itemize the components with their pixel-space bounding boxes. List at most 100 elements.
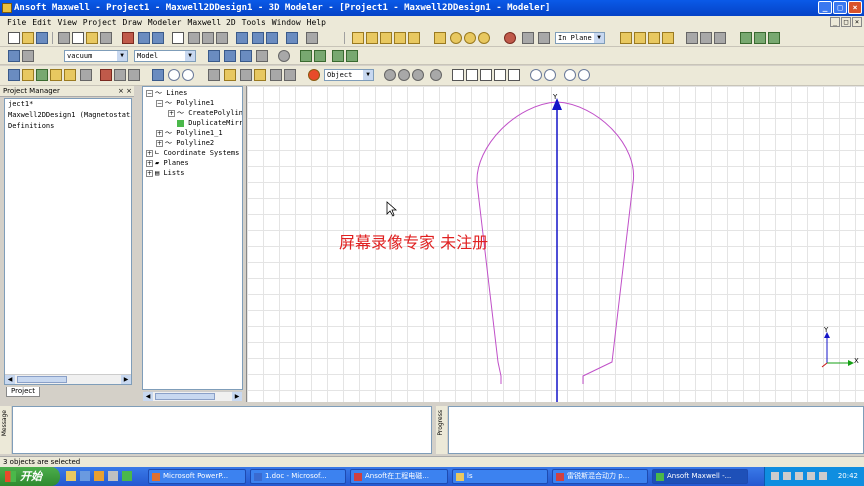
hand-4-icon[interactable] — [430, 69, 442, 81]
duplicate-icon[interactable] — [740, 32, 752, 44]
equation-curve-icon[interactable] — [286, 32, 298, 44]
analyze-icon[interactable] — [202, 32, 214, 44]
hide-all-icon[interactable] — [346, 50, 358, 62]
stop-icon[interactable] — [308, 69, 320, 81]
menu-view[interactable]: View — [55, 18, 80, 27]
show-all-icon[interactable] — [332, 50, 344, 62]
draw-arc-center-icon[interactable] — [394, 32, 406, 44]
align-icon[interactable] — [208, 69, 220, 81]
tray-app-icon[interactable] — [807, 472, 815, 480]
eye-icon[interactable] — [278, 50, 290, 62]
copy-icon[interactable] — [72, 32, 84, 44]
filter-select[interactable]: Object ▼ — [324, 69, 374, 81]
optimetrics-icon[interactable] — [80, 69, 92, 81]
paste-icon[interactable] — [86, 32, 98, 44]
rotate-center-icon[interactable] — [480, 69, 492, 81]
snap-edge-icon[interactable] — [240, 50, 252, 62]
close-button[interactable]: × — [848, 1, 862, 14]
tree-item-planes[interactable]: ▰ Planes — [155, 159, 189, 168]
save-icon[interactable] — [36, 32, 48, 44]
maximize-button[interactable]: □ — [833, 1, 847, 14]
arrow-left-icon[interactable] — [240, 69, 252, 81]
mdi-restore-button[interactable]: □ — [841, 17, 851, 27]
sweep-icon[interactable] — [306, 32, 318, 44]
snap-face-icon[interactable] — [256, 50, 268, 62]
tray-network-icon[interactable] — [771, 472, 779, 480]
hand-3-icon[interactable] — [412, 69, 424, 81]
rotate-view-icon[interactable] — [466, 69, 478, 81]
plane-icon[interactable] — [538, 32, 550, 44]
tree-item-polyline1-1[interactable]: 〜 Polyline1_1 — [165, 129, 223, 138]
window-titlebar[interactable]: Ansoft Maxwell - Project1 - Maxwell2DDes… — [0, 0, 864, 16]
quicklaunch-ie-icon[interactable] — [66, 471, 76, 481]
no-icon[interactable] — [504, 32, 516, 44]
tree-item-createpolyline[interactable]: 〜 CreatePolyline — [177, 109, 242, 118]
line-icon[interactable] — [236, 32, 248, 44]
menu-help[interactable]: Help — [304, 18, 329, 27]
duplicate-mirror-icon[interactable] — [768, 32, 780, 44]
tree-item-lists[interactable]: ▤ Lists — [155, 169, 185, 178]
select-vertex-icon[interactable] — [254, 69, 266, 81]
definitions-node[interactable]: Definitions — [5, 121, 131, 132]
arc-icon[interactable] — [266, 32, 278, 44]
boundary-icon[interactable] — [8, 69, 20, 81]
mesh-icon[interactable] — [50, 69, 62, 81]
menu-tools[interactable]: Tools — [239, 18, 269, 27]
plane-select[interactable]: In Plane ▼ — [555, 32, 605, 44]
grid-icon[interactable] — [152, 69, 164, 81]
design-node[interactable]: Maxwell2DDesign1 (Magnetostatic, — [5, 110, 131, 121]
task-folder[interactable]: ls — [452, 469, 548, 484]
rotate-axis-icon[interactable] — [494, 69, 506, 81]
report-icon[interactable] — [128, 69, 140, 81]
draw-arc-icon[interactable] — [380, 32, 392, 44]
print-icon[interactable] — [100, 32, 112, 44]
task-ansoft-maxwell[interactable]: Ansoft Maxwell -... — [652, 469, 748, 484]
undo-icon[interactable] — [138, 32, 150, 44]
hand-2-icon[interactable] — [398, 69, 410, 81]
task-ansoft-doc[interactable]: Ansoft在工程电磁... — [350, 469, 448, 484]
tree-item-lines[interactable]: 〜 Lines — [155, 89, 187, 98]
open-icon[interactable] — [22, 32, 34, 44]
mdi-minimize-button[interactable]: _ — [830, 17, 840, 27]
rotate-icon[interactable] — [700, 32, 712, 44]
model-tree-scrollbar[interactable]: ◀ ▶ — [143, 391, 242, 401]
tab-project[interactable]: Project — [6, 387, 40, 397]
task-powerpoint[interactable]: Microsoft PowerP... — [148, 469, 246, 484]
menu-maxwell2d[interactable]: Maxwell 2D — [185, 18, 239, 27]
help-icon[interactable] — [22, 50, 34, 62]
zoom-in-icon[interactable] — [530, 69, 542, 81]
tree-item-coordinate-systems[interactable]: ∟ Coordinate Systems — [155, 149, 239, 158]
validate-icon[interactable] — [188, 32, 200, 44]
show-icon[interactable] — [300, 50, 312, 62]
results-icon[interactable] — [216, 32, 228, 44]
menu-window[interactable]: Window — [269, 18, 304, 27]
select-mode-icon[interactable] — [172, 32, 184, 44]
fit-selection-icon[interactable] — [578, 69, 590, 81]
tree-item-duplicatemirror[interactable]: DuplicateMirror — [177, 119, 242, 128]
field-plot-icon[interactable] — [114, 69, 126, 81]
project-manager-close-icon[interactable]: × × — [118, 86, 132, 97]
dynamic-zoom-icon[interactable] — [508, 69, 520, 81]
project-manager-scrollbar[interactable]: ◀ ▶ — [5, 374, 131, 384]
material-select[interactable]: vacuum ▼ — [64, 50, 128, 62]
ellipse-icon[interactable] — [464, 32, 476, 44]
globe-icon[interactable] — [168, 69, 180, 81]
menu-edit[interactable]: Edit — [29, 18, 54, 27]
tray-ime-icon[interactable] — [795, 472, 803, 480]
excitation-icon[interactable] — [22, 69, 34, 81]
quicklaunch-app-icon[interactable] — [122, 471, 132, 481]
quicklaunch-desktop-icon[interactable] — [80, 471, 90, 481]
circle-icon[interactable] — [450, 32, 462, 44]
refresh-icon[interactable] — [284, 69, 296, 81]
redo-icon[interactable] — [152, 32, 164, 44]
measure-icon[interactable] — [182, 69, 194, 81]
draw-equation-icon[interactable] — [408, 32, 420, 44]
field-overlay-icon[interactable] — [100, 69, 112, 81]
menu-project[interactable]: Project — [80, 18, 120, 27]
split-icon[interactable] — [662, 32, 674, 44]
progress-panel[interactable] — [448, 406, 864, 454]
hide-icon[interactable] — [314, 50, 326, 62]
model-select[interactable]: Model ▼ — [134, 50, 196, 62]
intersect-icon[interactable] — [648, 32, 660, 44]
properties-icon[interactable] — [8, 50, 20, 62]
